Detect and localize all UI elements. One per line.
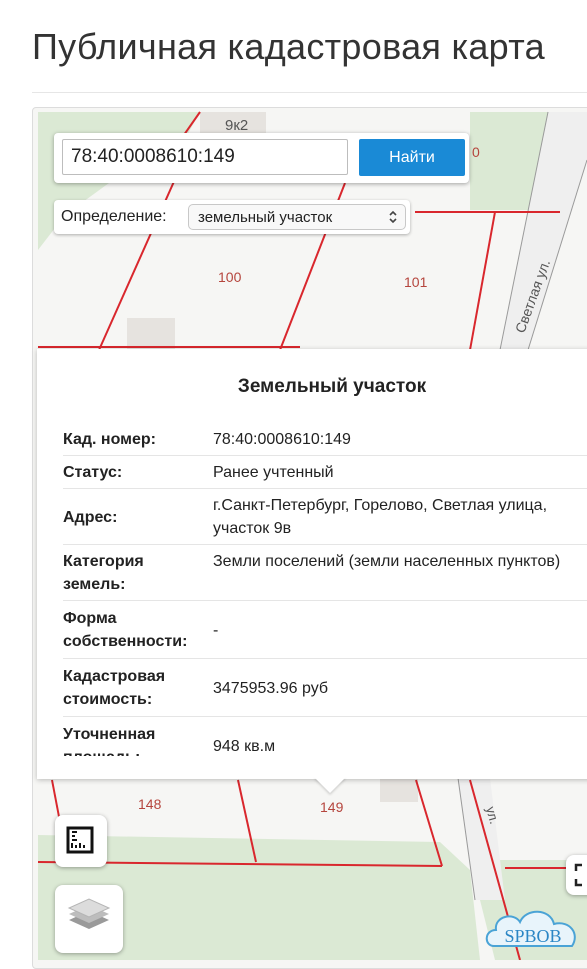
layers-icon (67, 898, 111, 929)
table-row: Кадастровая стоимость: 3475953.96 руб (63, 659, 587, 717)
row-value-cadastral-value: 3475953.96 руб (213, 680, 329, 697)
table-row: Кад. номер: 78:40:0008610:149 (63, 423, 587, 456)
row-value-land-category: Земли поселений (земли населенных пункто… (213, 553, 561, 570)
table-row: Категория земель: Земли поселений (земли… (63, 545, 587, 601)
parcel-info-popup: Земельный участок Кад. номер: 78:40:0008… (37, 349, 587, 779)
row-value-cadastral-number: 78:40:0008610:149 (213, 431, 351, 448)
popup-title: Земельный участок (237, 376, 427, 397)
search-button[interactable]: Найти (359, 139, 465, 176)
row-key-cadastral-number: Кад. номер: (63, 431, 156, 448)
table-row: Уточненная площадь: 948 кв.м (63, 717, 587, 756)
row-key-address: Адрес: (63, 509, 118, 526)
table-row: Статус: Ранее учтенный (63, 456, 587, 489)
table-row: Форма собственности: - (63, 601, 587, 659)
row-key-status: Статус: (63, 464, 123, 481)
layers-button[interactable] (55, 885, 123, 953)
parcel-label-101: 101 (404, 274, 428, 290)
row-key-area: Уточненная площадь: (63, 726, 156, 756)
row-value-area: 948 кв.м (213, 738, 276, 755)
watermark-logo: SPBOB (485, 910, 576, 947)
fullscreen-icon (574, 863, 582, 887)
search-input[interactable] (62, 139, 348, 175)
watermark-text: SPBOB (504, 926, 561, 946)
definition-selector: Определение: земельный участок (54, 200, 410, 234)
row-key-ownership: Форма собственности: (63, 610, 188, 650)
parcel-label-partial: 0 (472, 144, 480, 160)
definition-select-value: земельный участок (198, 209, 333, 226)
row-key-land-category: Категория земель: (63, 553, 144, 593)
popup-pointer (314, 777, 346, 793)
building-small-2 (380, 778, 418, 802)
definition-label: Определение: (61, 208, 167, 225)
parcel-label-100: 100 (218, 269, 242, 285)
building-label: 9к2 (225, 117, 248, 134)
row-value-status: Ранее учтенный (213, 464, 334, 481)
table-row: Адрес: г.Санкт-Петербург, Горелово, Свет… (63, 489, 587, 545)
search-bar: Найти (54, 133, 469, 183)
parcel-label-148: 148 (138, 796, 162, 812)
row-key-cadastral-value: Кадастровая стоимость: (63, 668, 166, 708)
ruler-button[interactable] (55, 815, 107, 867)
ruler-icon (66, 826, 94, 854)
building-small-1 (127, 318, 175, 350)
parcel-label-149: 149 (320, 799, 344, 815)
parcel-info-table: Кад. номер: 78:40:0008610:149 Статус: Ра… (63, 423, 587, 756)
row-value-address: г.Санкт-Петербург, Горелово, Светлая ули… (213, 497, 548, 537)
definition-select[interactable]: земельный участок (188, 204, 406, 230)
chevron-updown-icon (389, 210, 397, 224)
row-value-ownership: - (213, 622, 219, 639)
fullscreen-button[interactable] (566, 855, 587, 895)
